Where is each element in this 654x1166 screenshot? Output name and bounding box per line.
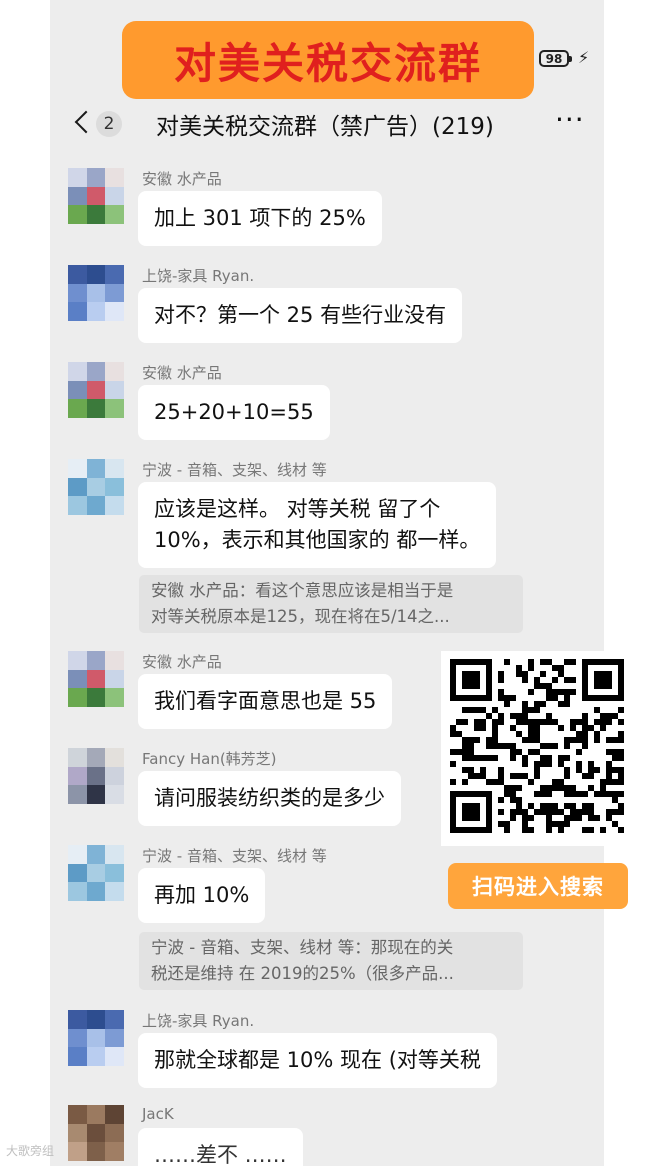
charging-icon: ⚡: [578, 48, 590, 67]
avatar[interactable]: [68, 265, 124, 321]
avatar[interactable]: [68, 1105, 124, 1161]
quote-line: 安徽 水产品：看这个意思应该是相当于是: [151, 581, 454, 600]
message-bubble[interactable]: 25+20+10=55: [138, 385, 330, 440]
sender-name: 上饶-家具 Ryan.: [142, 267, 255, 285]
quote-line: 对等关税原本是125，现在将在5/14之...: [151, 607, 450, 626]
message-bubble[interactable]: 对不？第一个 25 有些行业没有: [138, 288, 463, 343]
back-arrow-icon[interactable]: [72, 109, 94, 137]
message-bubble[interactable]: 加上 301 项下的 25%: [138, 191, 382, 246]
message-bubble[interactable]: ……差不 ……: [138, 1128, 303, 1166]
message-bubble[interactable]: 再加 10%: [138, 868, 266, 923]
quote-line: 税还是维持 在 2019的25%（很多产品...: [151, 964, 454, 983]
more-options-icon[interactable]: ···: [555, 103, 585, 136]
sender-name: 宁波 - 音箱、支架、线材 等: [142, 847, 327, 865]
title-banner: 对美关税交流群: [122, 21, 534, 99]
message-bubble[interactable]: 我们看字面意思也是 55: [138, 674, 393, 729]
avatar[interactable]: [68, 459, 124, 515]
sender-name: 宁波 - 音箱、支架、线材 等: [142, 461, 327, 479]
qr-code-icon: [450, 659, 624, 833]
avatar[interactable]: [68, 845, 124, 901]
avatar[interactable]: [68, 168, 124, 224]
message-bubble[interactable]: 请问服装纺织类的是多少: [138, 771, 401, 826]
sender-name: 上饶-家具 Ryan.: [142, 1012, 255, 1030]
scan-to-search-button[interactable]: 扫码进入搜索: [448, 863, 628, 909]
message-line: 应该是这样。 对等关税 留了个: [154, 497, 441, 521]
chat-title: 对美关税交流群（禁广告）(219): [156, 114, 494, 140]
sender-name: JacK: [142, 1105, 174, 1123]
unread-count-badge: 2: [96, 111, 122, 137]
sender-name: 安徽 水产品: [142, 364, 222, 382]
watermark: 大歌旁组: [6, 1144, 55, 1158]
sender-name: Fancy Han(韩芳芝): [142, 750, 277, 768]
quote-line: 宁波 - 音箱、支架、线材 等：那现在的关: [151, 938, 454, 957]
quoted-message[interactable]: 安徽 水产品：看这个意思应该是相当于是 对等关税原本是125，现在将在5/14之…: [139, 575, 523, 633]
qr-code-card[interactable]: [441, 651, 635, 846]
avatar[interactable]: [68, 651, 124, 707]
sender-name: 安徽 水产品: [142, 653, 222, 671]
battery-icon: 98: [539, 50, 572, 67]
quoted-message[interactable]: 宁波 - 音箱、支架、线材 等：那现在的关 税还是维持 在 2019的25%（很…: [139, 932, 523, 990]
chat-header: 2 对美关税交流群（禁广告）(219) ···: [50, 95, 604, 155]
avatar[interactable]: [68, 362, 124, 418]
sender-name: 安徽 水产品: [142, 170, 222, 188]
message-bubble[interactable]: 应该是这样。 对等关税 留了个 10%，表示和其他国家的 都一样。: [138, 482, 497, 568]
message-line: 10%，表示和其他国家的 都一样。: [154, 528, 481, 552]
avatar[interactable]: [68, 1010, 124, 1066]
avatar[interactable]: [68, 748, 124, 804]
message-bubble[interactable]: 那就全球都是 10% 现在 (对等关税: [138, 1033, 497, 1088]
chat-screen: 2 对美关税交流群（禁广告）(219) ··· 安徽 水产品 加上 301 项下…: [50, 0, 604, 1166]
